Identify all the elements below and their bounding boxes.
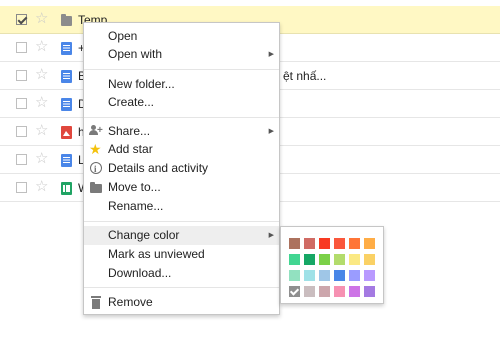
- star-outline-icon[interactable]: ☆: [35, 122, 48, 140]
- color-swatch[interactable]: [319, 254, 330, 265]
- color-swatch[interactable]: [349, 254, 360, 265]
- menu-item-label: New folder...: [108, 77, 175, 91]
- color-swatch[interactable]: [364, 254, 375, 265]
- row-checkbox[interactable]: [16, 14, 27, 25]
- color-swatch[interactable]: [334, 286, 345, 297]
- row-checkbox[interactable]: [16, 126, 27, 137]
- menu-item-label: Change color: [108, 228, 180, 242]
- menu-item-label: Share...: [108, 124, 151, 138]
- color-swatch[interactable]: [334, 238, 345, 249]
- color-swatch[interactable]: [364, 238, 375, 249]
- menu-item-label: Mark as unviewed: [108, 247, 205, 261]
- spreadsheet-icon: [61, 182, 72, 195]
- context-menu: Open Open with ▶ New folder... Create...…: [83, 22, 280, 315]
- menu-item-add-star[interactable]: ★ Add star: [84, 140, 279, 159]
- menu-item-details[interactable]: Details and activity: [84, 159, 279, 179]
- file-name-trailing-text: ệt nhấ...: [283, 69, 327, 83]
- color-swatch[interactable]: [289, 254, 300, 265]
- menu-item-label: Move to...: [108, 180, 161, 194]
- menu-item-open-with[interactable]: Open with ▶: [84, 45, 279, 64]
- row-checkbox[interactable]: [16, 42, 27, 53]
- menu-item-label: Download...: [108, 266, 172, 280]
- menu-divider: [84, 69, 279, 70]
- color-swatch[interactable]: [289, 270, 300, 281]
- menu-item-label: Rename...: [108, 199, 164, 213]
- color-swatch[interactable]: [334, 270, 345, 281]
- row-checkbox[interactable]: [16, 98, 27, 109]
- menu-item-label: Open with: [108, 47, 163, 61]
- color-swatch[interactable]: [364, 286, 375, 297]
- document-icon: [61, 42, 72, 55]
- menu-item-rename[interactable]: Rename...: [84, 197, 279, 216]
- menu-item-label: Open: [108, 29, 138, 43]
- document-icon: [61, 98, 72, 111]
- menu-divider: [84, 221, 279, 222]
- folder-icon: [61, 14, 72, 26]
- menu-divider: [84, 117, 279, 118]
- add-person-icon: [89, 121, 103, 140]
- color-swatch[interactable]: [304, 270, 315, 281]
- menu-divider: [84, 287, 279, 288]
- menu-item-label: Remove: [108, 295, 153, 309]
- row-checkbox[interactable]: [16, 154, 27, 165]
- menu-item-label: Add star: [108, 142, 153, 156]
- color-swatch[interactable]: [319, 238, 330, 249]
- star-outline-icon[interactable]: ☆: [35, 178, 48, 196]
- star-outline-icon[interactable]: ☆: [35, 38, 48, 56]
- color-palette: [280, 226, 384, 304]
- color-swatch[interactable]: [349, 286, 360, 297]
- color-swatch[interactable]: [304, 286, 315, 297]
- row-checkbox[interactable]: [16, 182, 27, 193]
- info-icon: [90, 160, 102, 179]
- document-icon: [61, 70, 72, 83]
- menu-item-move-to[interactable]: Move to...: [84, 178, 279, 197]
- star-outline-icon[interactable]: ☆: [35, 150, 48, 168]
- color-swatch[interactable]: [364, 270, 375, 281]
- submenu-arrow-icon: ▶: [268, 51, 274, 58]
- trash-icon: [89, 295, 103, 309]
- menu-item-label: Details and activity: [108, 161, 209, 175]
- image-icon: [61, 126, 72, 139]
- menu-item-new-folder[interactable]: New folder...: [84, 75, 279, 94]
- menu-item-download[interactable]: Download...: [84, 264, 279, 283]
- color-swatch[interactable]: [289, 238, 300, 249]
- menu-item-share[interactable]: Share... ▶: [84, 121, 279, 141]
- menu-item-label: Create...: [108, 95, 155, 109]
- color-swatch[interactable]: [319, 286, 330, 297]
- star-outline-icon[interactable]: ☆: [35, 10, 48, 28]
- color-swatch[interactable]: [319, 270, 330, 281]
- star-icon: ★: [89, 141, 102, 157]
- color-swatch[interactable]: [349, 270, 360, 281]
- color-swatch[interactable]: [349, 238, 360, 249]
- menu-item-create[interactable]: Create...: [84, 93, 279, 112]
- document-icon: [61, 154, 72, 167]
- folder-icon: [89, 180, 103, 194]
- menu-item-change-color[interactable]: Change color ▶: [84, 226, 279, 245]
- menu-item-remove[interactable]: Remove: [84, 293, 279, 312]
- menu-item-open[interactable]: Open: [84, 27, 279, 46]
- submenu-arrow-icon: ▶: [268, 232, 274, 239]
- color-swatch[interactable]: [304, 254, 315, 265]
- color-swatch[interactable]: [334, 254, 345, 265]
- star-outline-icon[interactable]: ☆: [35, 66, 48, 84]
- color-swatch[interactable]: [304, 238, 315, 249]
- menu-item-mark-unviewed[interactable]: Mark as unviewed: [84, 245, 279, 264]
- star-outline-icon[interactable]: ☆: [35, 94, 48, 112]
- row-checkbox[interactable]: [16, 70, 27, 81]
- color-swatch[interactable]: [289, 286, 300, 297]
- submenu-arrow-icon: ▶: [268, 128, 274, 135]
